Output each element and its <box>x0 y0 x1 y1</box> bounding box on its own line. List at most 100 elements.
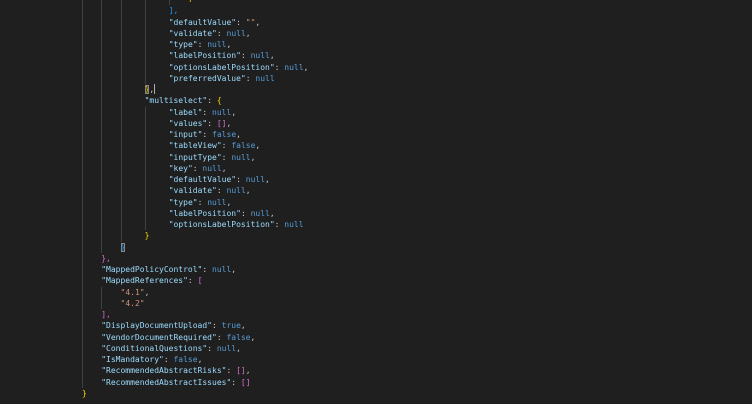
indent-guide <box>144 117 146 129</box>
code-line[interactable]: "4.1", <box>0 286 752 298</box>
indent-guide <box>144 162 146 174</box>
indent-guide <box>81 264 83 276</box>
json-string: "4.1" <box>120 287 145 297</box>
punctuation: : <box>221 141 232 151</box>
code-line[interactable]: "optionsLabelPosition": null <box>0 219 752 231</box>
code-content: "input": false, <box>169 129 241 140</box>
indent-guide <box>101 185 103 197</box>
punctuation: : <box>221 152 232 162</box>
json-literal: false <box>173 355 198 364</box>
json-key: "VendorDocumentRequired" <box>101 332 217 342</box>
code-line[interactable]: "label": null, <box>0 106 752 118</box>
code-line[interactable]: "DisplayDocumentUpload": true, <box>0 320 752 332</box>
code-line[interactable]: }, <box>0 252 752 264</box>
indent-guide <box>81 185 83 197</box>
json-key: "MappedReferences" <box>101 276 188 286</box>
json-literal: null <box>207 40 227 49</box>
code-content: }, <box>101 253 111 264</box>
indent-guide <box>120 95 122 107</box>
code-content: } <box>145 230 150 241</box>
indent-guide <box>81 342 83 354</box>
code-line[interactable]: "labelPosition": null, <box>0 207 752 219</box>
code-content: "optionsLabelPosition": null <box>169 219 304 230</box>
json-key: "type" <box>168 40 198 49</box>
code-line[interactable]: "tableView": false, <box>0 140 752 152</box>
punctuation: , <box>226 197 232 207</box>
indent-guide <box>81 331 83 343</box>
indent-guide <box>81 241 83 253</box>
punctuation: , <box>245 186 251 196</box>
indent-guide <box>81 174 83 186</box>
punctuation: : <box>202 130 213 139</box>
punctuation: , <box>236 130 241 139</box>
code-content: "labelPosition": null, <box>169 208 275 219</box>
code-line[interactable]: "values": [], <box>0 117 752 129</box>
code-line[interactable]: "input": false, <box>0 129 752 141</box>
indent-guide <box>81 354 83 366</box>
indent-guide <box>144 72 146 84</box>
code-line[interactable]: "multiselect": { <box>0 95 752 107</box>
json-key: "multiselect" <box>144 96 208 106</box>
punctuation: : <box>212 321 222 331</box>
json-literal: null <box>250 208 270 218</box>
indent-guide <box>120 151 122 163</box>
indent-guide <box>120 117 122 129</box>
json-key: "MappedPolicyControl" <box>101 265 203 274</box>
json-key: "defaultValue" <box>168 17 237 27</box>
code-line[interactable]: "MappedReferences": [ <box>0 275 752 287</box>
code-line[interactable]: "VendorDocumentRequired": false, <box>0 331 752 343</box>
json-literal: null <box>255 73 275 83</box>
code-line[interactable]: "4.2" <box>0 297 752 309</box>
code-content: "RecommendedAbstractRisks": [], <box>101 365 250 376</box>
json-literal: false <box>226 332 251 342</box>
indent-guide <box>81 151 83 163</box>
punctuation: : <box>216 332 227 342</box>
code-line[interactable]: "RecommendedAbstractIssues": [] <box>0 376 752 388</box>
code-line[interactable]: "type": null, <box>0 39 752 51</box>
json-string: "4.2" <box>120 298 145 308</box>
json-key: "DisplayDocumentUpload" <box>101 321 212 331</box>
code-line[interactable]: "defaultValue": "", <box>0 16 752 28</box>
code-line[interactable]: }, <box>0 84 752 96</box>
code-line[interactable]: "key": null, <box>0 162 752 174</box>
indent-guide <box>120 230 122 242</box>
code-line[interactable]: "MappedPolicyControl": null, <box>0 264 752 276</box>
indent-guide <box>120 27 122 39</box>
code-line[interactable]: "type": null, <box>0 196 752 208</box>
punctuation: , <box>269 51 275 61</box>
code-content: "key": null, <box>169 163 227 174</box>
bracket: ], <box>101 310 111 319</box>
code-line[interactable]: ], <box>0 5 752 17</box>
code-lines[interactable]: f],"defaultValue": "","validate": null,"… <box>0 0 752 399</box>
punctuation: , <box>245 28 251 38</box>
code-line[interactable]: ], <box>0 309 752 321</box>
indent-guide <box>120 16 122 28</box>
code-line[interactable]: "validate": null, <box>0 27 752 39</box>
bracket: } <box>120 242 126 252</box>
code-content: "MappedPolicyControl": null, <box>101 264 236 275</box>
code-line[interactable]: "IsMandatory": false, <box>0 354 752 366</box>
indent-guide <box>120 185 122 197</box>
punctuation: : <box>226 366 237 376</box>
code-line[interactable]: "preferredValue": null <box>0 72 752 84</box>
punctuation: : <box>245 73 256 83</box>
code-line[interactable]: "validate": null, <box>0 185 752 197</box>
indent-guide <box>101 174 103 186</box>
code-content: "type": null, <box>169 197 232 208</box>
code-content: "multiselect": { <box>145 95 222 106</box>
indent-guide <box>81 162 83 174</box>
code-line[interactable]: "labelPosition": null, <box>0 50 752 62</box>
code-line[interactable]: } <box>0 230 752 242</box>
punctuation: , <box>245 366 251 376</box>
code-line[interactable]: } <box>0 388 752 399</box>
code-line[interactable]: "ConditionalQuestions": null, <box>0 342 752 354</box>
indent-guide <box>144 219 146 231</box>
punctuation: , <box>221 163 227 173</box>
json-key: "type" <box>168 197 198 207</box>
code-line[interactable]: "optionsLabelPosition": null, <box>0 61 752 73</box>
code-line[interactable]: "RecommendedAbstractRisks": [], <box>0 365 752 377</box>
code-line[interactable]: } <box>0 241 752 253</box>
code-editor[interactable]: f],"defaultValue": "","validate": null,"… <box>0 0 752 404</box>
code-line[interactable]: "inputType": null, <box>0 151 752 163</box>
code-line[interactable]: "defaultValue": null, <box>0 174 752 186</box>
